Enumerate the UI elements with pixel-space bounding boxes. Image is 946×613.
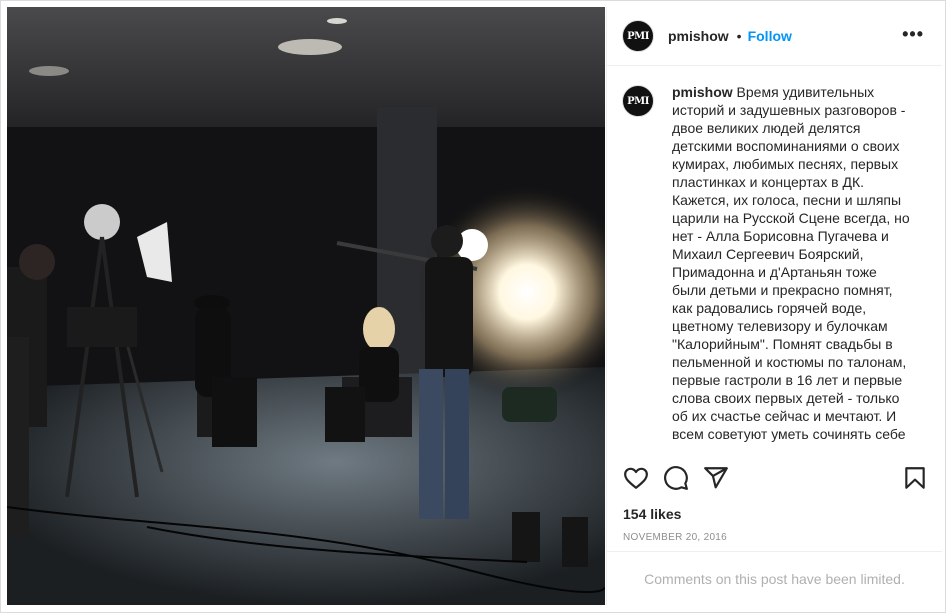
photo-scene — [7, 7, 605, 605]
separator-dot: • — [736, 28, 742, 44]
post-header: PMI pmishow • Follow ••• — [607, 7, 942, 66]
caption: pmishow Время удивительных историй и зад… — [672, 83, 912, 450]
heart-icon[interactable] — [623, 465, 649, 491]
comments-limited-notice: Comments on this post have been limited. — [607, 551, 942, 605]
likes-count[interactable]: 154 likes — [623, 506, 681, 522]
avatar-logo-text: PMI — [627, 30, 649, 42]
avatar[interactable]: PMI — [622, 20, 654, 52]
caption-area: PMI pmishow Время удивительных историй и… — [607, 67, 942, 450]
more-options-icon[interactable]: ••• — [902, 25, 924, 43]
caption-avatar[interactable]: PMI — [622, 85, 654, 117]
username-link[interactable]: pmishow — [668, 28, 729, 44]
bookmark-icon[interactable] — [902, 465, 928, 491]
share-icon[interactable] — [703, 465, 729, 491]
post-side-panel: PMI pmishow • Follow ••• PMI pmishow Вре… — [606, 7, 942, 605]
post-photo[interactable] — [7, 7, 605, 605]
comment-icon[interactable] — [663, 465, 689, 491]
action-bar — [607, 461, 942, 501]
follow-button[interactable]: Follow — [748, 28, 792, 44]
caption-text: Время удивительных историй и задушевных … — [672, 84, 910, 442]
avatar-logo-text: PMI — [627, 95, 649, 107]
post-dialog: PMI pmishow • Follow ••• PMI pmishow Вре… — [0, 0, 946, 613]
caption-username[interactable]: pmishow — [672, 84, 733, 100]
post-date[interactable]: NOVEMBER 20, 2016 — [623, 532, 727, 543]
